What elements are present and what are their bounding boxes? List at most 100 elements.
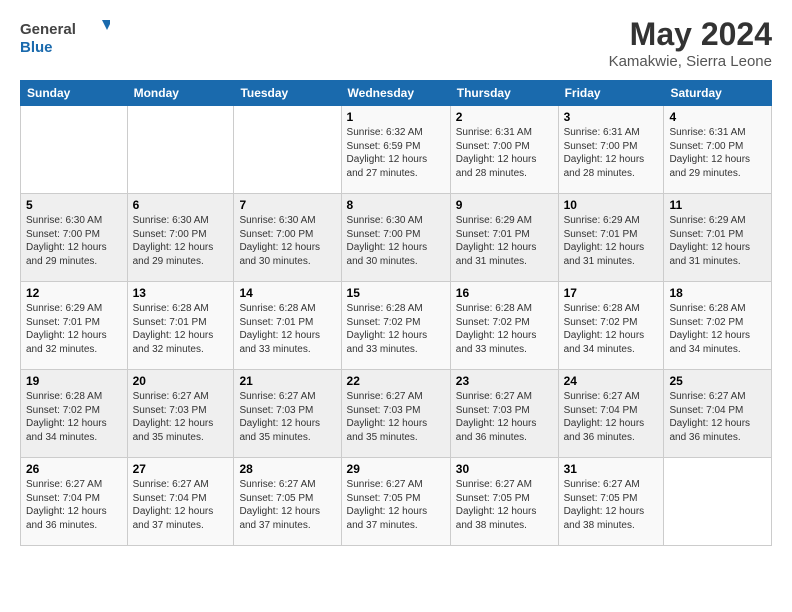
day-number: 1: [347, 110, 445, 124]
day-info: Sunrise: 6:30 AM Sunset: 7:00 PM Dayligh…: [239, 214, 335, 268]
table-row: 13 Sunrise: 6:28 AM Sunset: 7:01 PM Dayli…: [127, 282, 234, 370]
location-subtitle: Kamakwie, Sierra Leone: [609, 53, 772, 70]
day-info: Sunrise: 6:27 AM Sunset: 7:03 PM Dayligh…: [456, 390, 553, 444]
table-row: 26 Sunrise: 6:27 AM Sunset: 7:04 PM Dayli…: [21, 458, 128, 546]
col-tuesday: Tuesday: [234, 81, 341, 106]
table-row: 27Sunrise: 6:27 AM Sunset: 7:04 PM Dayli…: [127, 458, 234, 546]
day-number: 15: [347, 286, 445, 300]
day-info: Sunrise: 6:31 AM Sunset: 7:00 PM Dayligh…: [669, 126, 766, 180]
day-info: Sunrise: 6:29 AM Sunset: 7:01 PM Dayligh…: [26, 302, 122, 356]
day-info: Sunrise: 6:27 AM Sunset: 7:04 PM Dayligh…: [26, 478, 122, 532]
day-number: 23: [456, 374, 553, 388]
table-row: 6 Sunrise: 6:30 AM Sunset: 7:00 PM Daylig…: [127, 194, 234, 282]
day-number: 13: [133, 286, 229, 300]
day-info: Sunrise: 6:28 AM Sunset: 7:02 PM Dayligh…: [347, 302, 445, 356]
day-number: 5: [26, 198, 122, 212]
col-friday: Friday: [558, 81, 664, 106]
day-number: 14: [239, 286, 335, 300]
day-number: 6: [133, 198, 229, 212]
table-row: 3Sunrise: 6:31 AM Sunset: 7:00 PM Daylig…: [558, 106, 664, 194]
day-info: Sunrise: 6:27 AM Sunset: 7:04 PM Dayligh…: [564, 390, 659, 444]
table-row: 10 Sunrise: 6:29 AM Sunset: 7:01 PM Dayli…: [558, 194, 664, 282]
title-block: May 2024 Kamakwie, Sierra Leone: [609, 16, 772, 70]
day-info: Sunrise: 6:27 AM Sunset: 7:03 PM Dayligh…: [239, 390, 335, 444]
day-number: 18: [669, 286, 766, 300]
day-info: Sunrise: 6:29 AM Sunset: 7:01 PM Dayligh…: [456, 214, 553, 268]
day-number: 24: [564, 374, 659, 388]
table-row: 17Sunrise: 6:28 AM Sunset: 7:02 PM Dayli…: [558, 282, 664, 370]
logo: General Blue: [20, 16, 110, 58]
header: General Blue May 2024 Kamakwie, Sierra L…: [20, 16, 772, 70]
day-info: Sunrise: 6:30 AM Sunset: 7:00 PM Dayligh…: [26, 214, 122, 268]
month-year-title: May 2024: [609, 16, 772, 53]
calendar-header-row: Sunday Monday Tuesday Wednesday Thursday…: [21, 81, 772, 106]
day-info: Sunrise: 6:27 AM Sunset: 7:04 PM Dayligh…: [669, 390, 766, 444]
table-row: 14 Sunrise: 6:28 AM Sunset: 7:01 PM Dayli…: [234, 282, 341, 370]
day-info: Sunrise: 6:28 AM Sunset: 7:02 PM Dayligh…: [26, 390, 122, 444]
day-number: 29: [347, 462, 445, 476]
day-number: 11: [669, 198, 766, 212]
table-row: 23 Sunrise: 6:27 AM Sunset: 7:03 PM Dayli…: [450, 370, 558, 458]
day-number: 21: [239, 374, 335, 388]
day-number: 19: [26, 374, 122, 388]
day-number: 8: [347, 198, 445, 212]
svg-text:Blue: Blue: [20, 39, 53, 56]
table-row: 28 Sunrise: 6:27 AM Sunset: 7:05 PM Dayli…: [234, 458, 341, 546]
day-info: Sunrise: 6:32 AM Sunset: 6:59 PM Dayligh…: [347, 126, 445, 180]
calendar-week-row: 12Sunrise: 6:29 AM Sunset: 7:01 PM Dayli…: [21, 282, 772, 370]
col-sunday: Sunday: [21, 81, 128, 106]
calendar-week-row: 5 Sunrise: 6:30 AM Sunset: 7:00 PM Daylig…: [21, 194, 772, 282]
day-number: 16: [456, 286, 553, 300]
day-info: Sunrise: 6:29 AM Sunset: 7:01 PM Dayligh…: [669, 214, 766, 268]
table-row: 22Sunrise: 6:27 AM Sunset: 7:03 PM Dayli…: [341, 370, 450, 458]
table-row: 12Sunrise: 6:29 AM Sunset: 7:01 PM Dayli…: [21, 282, 128, 370]
day-info: Sunrise: 6:30 AM Sunset: 7:00 PM Dayligh…: [133, 214, 229, 268]
day-number: 4: [669, 110, 766, 124]
day-info: Sunrise: 6:29 AM Sunset: 7:01 PM Dayligh…: [564, 214, 659, 268]
calendar-week-row: 19 Sunrise: 6:28 AM Sunset: 7:02 PM Dayli…: [21, 370, 772, 458]
table-row: 20Sunrise: 6:27 AM Sunset: 7:03 PM Dayli…: [127, 370, 234, 458]
page: General Blue May 2024 Kamakwie, Sierra L…: [0, 0, 792, 612]
table-row: 30Sunrise: 6:27 AM Sunset: 7:05 PM Dayli…: [450, 458, 558, 546]
col-monday: Monday: [127, 81, 234, 106]
day-info: Sunrise: 6:27 AM Sunset: 7:03 PM Dayligh…: [347, 390, 445, 444]
day-info: Sunrise: 6:28 AM Sunset: 7:02 PM Dayligh…: [456, 302, 553, 356]
table-row: 29 Sunrise: 6:27 AM Sunset: 7:05 PM Dayli…: [341, 458, 450, 546]
table-row: 21 Sunrise: 6:27 AM Sunset: 7:03 PM Dayli…: [234, 370, 341, 458]
table-row: 15 Sunrise: 6:28 AM Sunset: 7:02 PM Dayli…: [341, 282, 450, 370]
table-row: 2Sunrise: 6:31 AM Sunset: 7:00 PM Daylig…: [450, 106, 558, 194]
day-info: Sunrise: 6:28 AM Sunset: 7:02 PM Dayligh…: [669, 302, 766, 356]
table-row: [127, 106, 234, 194]
day-info: Sunrise: 6:27 AM Sunset: 7:05 PM Dayligh…: [564, 478, 659, 532]
table-row: 18 Sunrise: 6:28 AM Sunset: 7:02 PM Dayli…: [664, 282, 772, 370]
table-row: 4 Sunrise: 6:31 AM Sunset: 7:00 PM Daylig…: [664, 106, 772, 194]
day-number: 7: [239, 198, 335, 212]
table-row: 7 Sunrise: 6:30 AM Sunset: 7:00 PM Daylig…: [234, 194, 341, 282]
col-thursday: Thursday: [450, 81, 558, 106]
day-info: Sunrise: 6:27 AM Sunset: 7:05 PM Dayligh…: [347, 478, 445, 532]
table-row: 24 Sunrise: 6:27 AM Sunset: 7:04 PM Dayli…: [558, 370, 664, 458]
day-info: Sunrise: 6:28 AM Sunset: 7:01 PM Dayligh…: [133, 302, 229, 356]
day-info: Sunrise: 6:31 AM Sunset: 7:00 PM Dayligh…: [456, 126, 553, 180]
table-row: 16 Sunrise: 6:28 AM Sunset: 7:02 PM Dayli…: [450, 282, 558, 370]
col-saturday: Saturday: [664, 81, 772, 106]
table-row: [234, 106, 341, 194]
day-info: Sunrise: 6:27 AM Sunset: 7:04 PM Dayligh…: [133, 478, 229, 532]
calendar-table: Sunday Monday Tuesday Wednesday Thursday…: [20, 80, 772, 546]
table-row: 1 Sunrise: 6:32 AM Sunset: 6:59 PM Daylig…: [341, 106, 450, 194]
day-number: 31: [564, 462, 659, 476]
day-number: 10: [564, 198, 659, 212]
day-number: 3: [564, 110, 659, 124]
day-info: Sunrise: 6:27 AM Sunset: 7:05 PM Dayligh…: [239, 478, 335, 532]
day-number: 28: [239, 462, 335, 476]
col-wednesday: Wednesday: [341, 81, 450, 106]
day-info: Sunrise: 6:28 AM Sunset: 7:01 PM Dayligh…: [239, 302, 335, 356]
calendar-body: 1 Sunrise: 6:32 AM Sunset: 6:59 PM Daylig…: [21, 106, 772, 546]
day-number: 30: [456, 462, 553, 476]
table-row: 11 Sunrise: 6:29 AM Sunset: 7:01 PM Dayli…: [664, 194, 772, 282]
day-number: 26: [26, 462, 122, 476]
calendar-week-row: 26 Sunrise: 6:27 AM Sunset: 7:04 PM Dayli…: [21, 458, 772, 546]
day-number: 25: [669, 374, 766, 388]
table-row: 31 Sunrise: 6:27 AM Sunset: 7:05 PM Dayli…: [558, 458, 664, 546]
table-row: 25 Sunrise: 6:27 AM Sunset: 7:04 PM Dayli…: [664, 370, 772, 458]
